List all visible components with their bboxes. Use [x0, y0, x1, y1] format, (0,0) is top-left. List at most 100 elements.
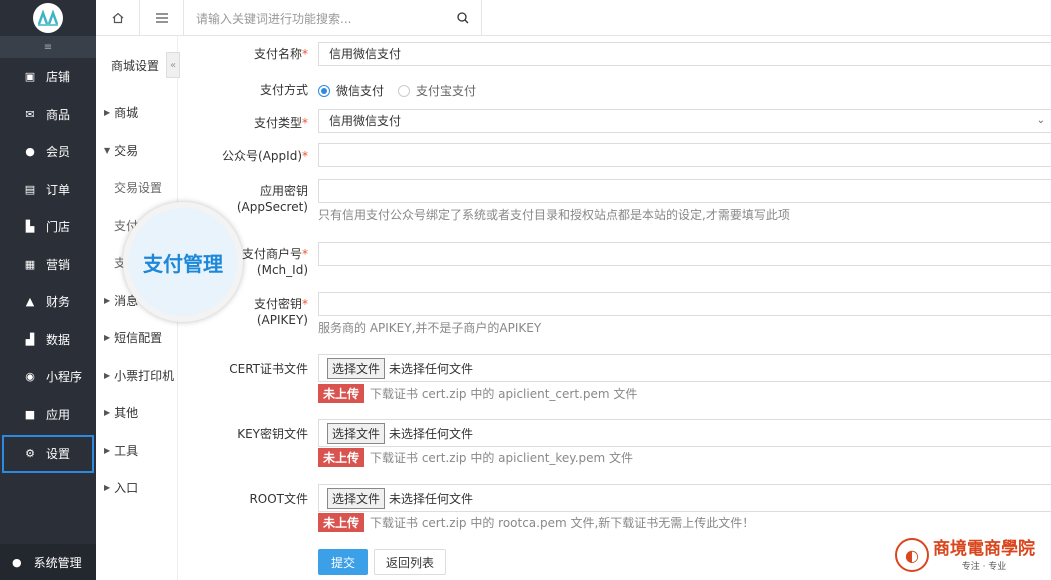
sidebar-item-label: 数据 — [46, 332, 71, 347]
sidebar-item-label: 财务 — [46, 295, 71, 310]
marketing-icon: ▦ — [24, 257, 36, 271]
cert-file-input[interactable]: 选择文件 未选择任何文件 — [318, 354, 1051, 382]
subnav-group-item[interactable]: ▶ 其他 — [96, 394, 177, 432]
root-upload-status: 未上传 下载证书 cert.zip 中的 rootca.pem 文件,新下载证书无… — [318, 513, 754, 532]
menu-button[interactable] — [140, 0, 184, 36]
subnav-item-label: 入口 — [114, 481, 139, 496]
sidebar-item-7[interactable]: ▟ 数据 — [0, 321, 96, 359]
apikey-input[interactable] — [318, 292, 1051, 316]
pay-name-input[interactable]: 信用微信支付 — [318, 42, 1051, 66]
key-file-status: 未选择任何文件 — [389, 426, 474, 441]
subnav-item-label: 交易设置 — [114, 181, 163, 196]
submit-button[interactable]: 提交 — [318, 549, 368, 575]
subnav-item-label: 交易 — [114, 143, 139, 158]
cert-file-status: 未选择任何文件 — [389, 361, 474, 376]
sidebar-item-4[interactable]: ▙ 门店 — [0, 208, 96, 246]
search-icon[interactable] — [457, 12, 469, 24]
appsecret-hint: 只有信用支付公众号绑定了系统或者支付目录和授权站点都是本站的设定,才需要填写此项 — [318, 208, 790, 222]
key-file-input[interactable]: 选择文件 未选择任何文件 — [318, 419, 1051, 447]
gear-icon: ⚙ — [25, 447, 35, 461]
sidebar-item-10[interactable]: ⚙ 设置 — [2, 435, 94, 473]
sidebar-item-8[interactable]: ◉ 小程序 — [0, 358, 96, 396]
cert-choose-file-button[interactable]: 选择文件 — [327, 357, 386, 379]
subnav-item-label: 工具 — [114, 443, 139, 458]
main-sidebar: ≡ ▣ 店铺 ✉ 商品 ● 会员 ▤ 订单 ▙ 门店 ▦ 营销 ▲ 财务 ▟ 数据 ◉ 小程序 ■ 应用 ⚙ 设置 ● 系… — [0, 0, 96, 580]
radio-alipay[interactable]: 支付宝支付 — [398, 82, 476, 99]
appid-label: 公众号(AppId)* — [222, 149, 308, 163]
subnav-group-item[interactable]: ▼ 交易 — [96, 132, 177, 170]
pay-type-value: 信用微信支付 — [329, 114, 402, 128]
pay-type-select[interactable]: 信用微信支付 ⌄ — [318, 109, 1051, 133]
chevron-down-icon: ⌄ — [1036, 115, 1045, 126]
key-choose-file-button[interactable]: 选择文件 — [327, 422, 386, 444]
top-bar: 请输入关键词进行功能搜索... — [96, 0, 1051, 36]
watermark-emblem-icon: ◐ — [895, 538, 929, 572]
sidebar-collapse-toggle[interactable]: ≡ — [0, 36, 96, 58]
caret-right-icon: ▶ — [104, 333, 111, 343]
member-icon: ● — [25, 145, 35, 159]
watermark-title: 商境電商學院 — [933, 538, 1035, 559]
sidebar-item-6[interactable]: ▲ 财务 — [0, 283, 96, 321]
sidebar-nav: ▣ 店铺 ✉ 商品 ● 会员 ▤ 订单 ▙ 门店 ▦ 营销 ▲ 财务 ▟ 数据 ◉ 小程序 ■ 应用 ⚙ 设置 — [0, 58, 96, 473]
cert-hint: 下载证书 cert.zip 中的 apiclient_cert.pem 文件 — [370, 387, 638, 401]
root-label: ROOT文件 — [249, 492, 308, 506]
subnav-group-item[interactable]: ▶ 短信配置 — [96, 319, 177, 357]
root-choose-file-button[interactable]: 选择文件 — [327, 487, 386, 509]
subnav-collapse-button[interactable]: « — [166, 52, 180, 78]
cert-not-uploaded-badge: 未上传 — [318, 384, 365, 403]
sidebar-item-label: 店铺 — [46, 70, 71, 85]
sidebar-item-5[interactable]: ▦ 营销 — [0, 246, 96, 284]
caret-down-icon: ▼ — [104, 145, 111, 155]
subnav-group-item[interactable]: ▶ 入口 — [96, 469, 177, 507]
order-icon: ▤ — [24, 182, 36, 196]
subnav-title: 商城设置 — [111, 58, 160, 73]
apikey-hint: 服务商的 APIKEY,并不是子商户的APIKEY — [318, 321, 542, 335]
root-file-status: 未选择任何文件 — [389, 491, 474, 506]
search-bar[interactable]: 请输入关键词进行功能搜索... — [184, 0, 482, 36]
system-management[interactable]: ● 系统管理 — [0, 544, 96, 580]
pay-method-label: 支付方式 — [259, 83, 308, 97]
sidebar-item-label: 设置 — [46, 447, 71, 462]
logo-icon — [33, 3, 63, 33]
caret-right-icon: ▶ — [104, 483, 111, 493]
radio-wechat-dot[interactable] — [318, 84, 330, 97]
home-button[interactable] — [96, 0, 140, 36]
caret-right-icon: ▶ — [104, 408, 111, 418]
subnav-group-item[interactable]: ▶ 工具 — [96, 432, 177, 470]
subnav-item-label: 小票打印机 — [114, 368, 175, 383]
subnav-group-item[interactable]: ▶ 小票打印机 — [96, 357, 177, 395]
apps-icon: ■ — [24, 407, 36, 421]
appsecret-input[interactable] — [318, 179, 1051, 203]
store-icon: ▣ — [24, 70, 36, 84]
back-to-list-button[interactable]: 返回列表 — [374, 549, 446, 575]
key-label: KEY密钥文件 — [237, 427, 308, 441]
sidebar-item-0[interactable]: ▣ 店铺 — [0, 58, 96, 96]
search-input[interactable]: 请输入关键词进行功能搜索... — [196, 10, 351, 27]
cert-label: CERT证书文件 — [229, 362, 308, 376]
shop-icon: ▙ — [25, 220, 35, 234]
miniprogram-icon: ◉ — [25, 370, 35, 384]
subnav-item-label: 短信配置 — [114, 331, 163, 346]
pay-name-label: 支付名称* — [253, 47, 308, 61]
mchid-input[interactable] — [318, 242, 1051, 266]
sidebar-item-3[interactable]: ▤ 订单 — [0, 171, 96, 209]
radio-alipay-dot[interactable] — [398, 84, 411, 97]
sidebar-item-label: 营销 — [46, 257, 71, 272]
caret-right-icon: ▶ — [104, 295, 111, 305]
sidebar-item-1[interactable]: ✉ 商品 — [0, 96, 96, 134]
sidebar-item-9[interactable]: ■ 应用 — [0, 396, 96, 434]
subnav-group-item[interactable]: ▶ 商城 — [96, 94, 177, 132]
pay-type-label: 支付类型* — [253, 116, 308, 130]
root-hint: 下载证书 cert.zip 中的 rootca.pem 文件,新下载证书无需上传… — [370, 516, 755, 530]
sidebar-item-2[interactable]: ● 会员 — [0, 133, 96, 171]
radio-wechat[interactable]: 微信支付 — [318, 82, 384, 99]
key-upload-status: 未上传 下载证书 cert.zip 中的 apiclient_key.pem 文件 — [318, 448, 633, 467]
data-icon: ▟ — [25, 332, 35, 346]
root-file-input[interactable]: 选择文件 未选择任何文件 — [318, 484, 1051, 512]
subnav-child-item[interactable]: 交易设置 — [96, 169, 177, 207]
logo[interactable] — [0, 0, 96, 36]
appid-input[interactable] — [318, 143, 1051, 167]
mchid-label: 支付商户号* (Mch_Id) — [241, 247, 308, 277]
home-icon — [112, 12, 123, 24]
sidebar-item-label: 小程序 — [46, 370, 83, 385]
